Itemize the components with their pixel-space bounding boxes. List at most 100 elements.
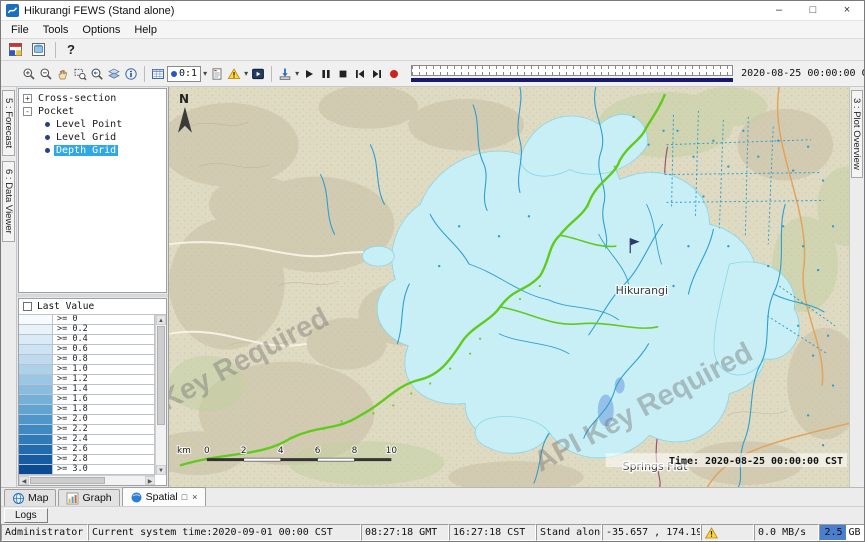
scroll-right-icon[interactable]: ▶ [145,476,155,485]
legend-vertical-scrollbar[interactable]: ▲ ▼ [155,315,166,475]
close-button[interactable]: × [830,1,864,20]
document-icon[interactable] [209,64,225,84]
stop-icon[interactable] [335,64,351,84]
time-label-text: Time: 2020-08-25 00:00:00 CST [669,455,843,467]
tree-node-label[interactable]: Depth Grid [54,145,118,156]
tree-node-label[interactable]: Level Grid [54,132,118,143]
info-icon[interactable] [123,64,139,84]
legend-threshold-label: >= 1.0 [53,365,88,374]
chevron-down-icon[interactable]: ▾ [243,69,249,78]
tree-node-label[interactable]: Pocket [36,106,76,117]
help-button[interactable]: ? [62,40,80,60]
legend-color-swatch [19,365,53,374]
close-tab-icon[interactable]: × [191,493,198,502]
record-icon[interactable] [386,64,402,84]
legend-threshold-label: >= 0 [53,315,77,324]
legend-threshold-label: >= 1.6 [53,395,88,404]
legend-color-swatch [19,355,53,364]
expand-icon[interactable]: + [23,94,32,103]
timeline-ticks[interactable] [411,65,733,76]
tree-node-cross-section[interactable]: + Cross-section [19,92,166,105]
status-gmt-time: 08:27:18 GMT [361,524,449,541]
maximize-button[interactable]: □ [796,1,830,20]
status-download-rate: 0.0 MB/s [754,524,819,541]
animation-icon[interactable] [250,64,266,84]
tab-graph[interactable]: Graph [58,489,119,506]
tree-node-level-point[interactable]: Level Point [19,118,166,131]
title-bar: Hikurangi FEWS (Stand alone) – □ × [1,1,864,21]
tab-label: Map [28,492,48,504]
scrollbar-thumb[interactable] [157,326,165,425]
logs-row: Logs [1,506,864,524]
chart-icon [66,492,79,505]
scroll-down-icon[interactable]: ▼ [156,465,166,475]
pause-icon[interactable] [318,64,334,84]
legend-color-swatch [19,375,53,384]
legend-threshold-label: >= 0.6 [53,345,88,354]
grid-display-icon[interactable] [150,64,166,84]
zoom-out-icon[interactable] [38,64,54,84]
map-canvas[interactable]: API Key Required API Key Required Hikura… [169,87,849,487]
collapse-icon[interactable]: - [23,107,32,116]
warning-filter-icon[interactable] [226,64,242,84]
tab-map[interactable]: Map [4,489,56,506]
logs-button[interactable]: Logs [4,508,48,523]
tree-node-label[interactable]: Cross-section [36,93,118,104]
sidebar-tab-plot-overview[interactable]: 3 : Plot Overview [851,90,863,178]
layers-icon[interactable] [106,64,122,84]
scale-tick-label: 8 [352,446,358,456]
timeline-range-bar [411,78,733,82]
tree-node-level-grid[interactable]: Level Grid [19,131,166,144]
undock-tab-icon[interactable]: □ [181,493,188,502]
sidebar-tab-data-viewer[interactable]: 6 : Data Viewer [2,161,15,242]
tree-node-label[interactable]: Level Point [54,119,124,130]
last-value-checkbox[interactable] [23,302,32,311]
sidebar-tab-forecast[interactable]: 5 : Forecast [2,90,15,156]
menu-tools[interactable]: Tools [36,22,76,38]
warning-icon [705,527,718,539]
tree-node-pocket[interactable]: - Pocket [19,105,166,118]
legend-threshold-label: >= 0.8 [53,355,88,364]
menu-options[interactable]: Options [75,22,127,38]
interval-value: 0:1 [179,68,197,79]
export-icon[interactable] [277,64,293,84]
legend-table: >= 0>= 0.2>= 0.4>= 0.6>= 0.8>= 1.0>= 1.2… [19,315,155,485]
legend-color-swatch [19,335,53,344]
skip-to-start-icon[interactable] [352,64,368,84]
toolbar-separator [55,42,56,58]
chevron-down-icon[interactable]: ▾ [294,69,300,78]
zoom-box-icon[interactable] [72,64,88,84]
status-local-time: 16:27:18 CST [449,524,536,541]
scroll-left-icon[interactable]: ◀ [19,476,29,485]
tab-spatial[interactable]: Spatial □ × [122,487,207,506]
status-coordinates: -35.657 , 174.199 [602,524,701,541]
tree-node-depth-grid[interactable]: Depth Grid [19,144,166,157]
bullet-icon [45,135,50,140]
pan-hand-icon[interactable] [55,64,71,84]
legend-color-swatch [19,325,53,334]
explorer-icon[interactable] [5,40,26,60]
zoom-in-icon[interactable] [21,64,37,84]
content-area: 5 : Forecast 6 : Data Viewer + Cross-sec… [1,87,864,487]
scroll-up-icon[interactable]: ▲ [156,315,166,325]
timeline-slider[interactable] [411,65,733,83]
legend-color-swatch [19,415,53,424]
skip-to-end-icon[interactable] [369,64,385,84]
bullet-icon [45,122,50,127]
play-icon[interactable] [301,64,317,84]
scale-tick-label: 10 [386,446,398,456]
scrollbar-thumb[interactable] [30,477,105,484]
menu-help[interactable]: Help [127,22,164,38]
minimize-button[interactable]: – [762,1,796,20]
chevron-down-icon[interactable]: ▾ [202,69,208,78]
legend-color-swatch [19,455,53,464]
legend-threshold-label: >= 0.2 [53,325,88,334]
panel-splitter[interactable] [17,294,168,297]
legend-horizontal-scrollbar[interactable]: ◀ ▶ [19,475,155,485]
interval-combo[interactable]: 0:1 [167,66,201,82]
menu-file[interactable]: File [4,22,36,38]
status-warning[interactable] [701,524,754,541]
database-icon[interactable] [28,40,49,60]
tab-label: Spatial [146,491,178,503]
previous-zoom-icon[interactable] [89,64,105,84]
